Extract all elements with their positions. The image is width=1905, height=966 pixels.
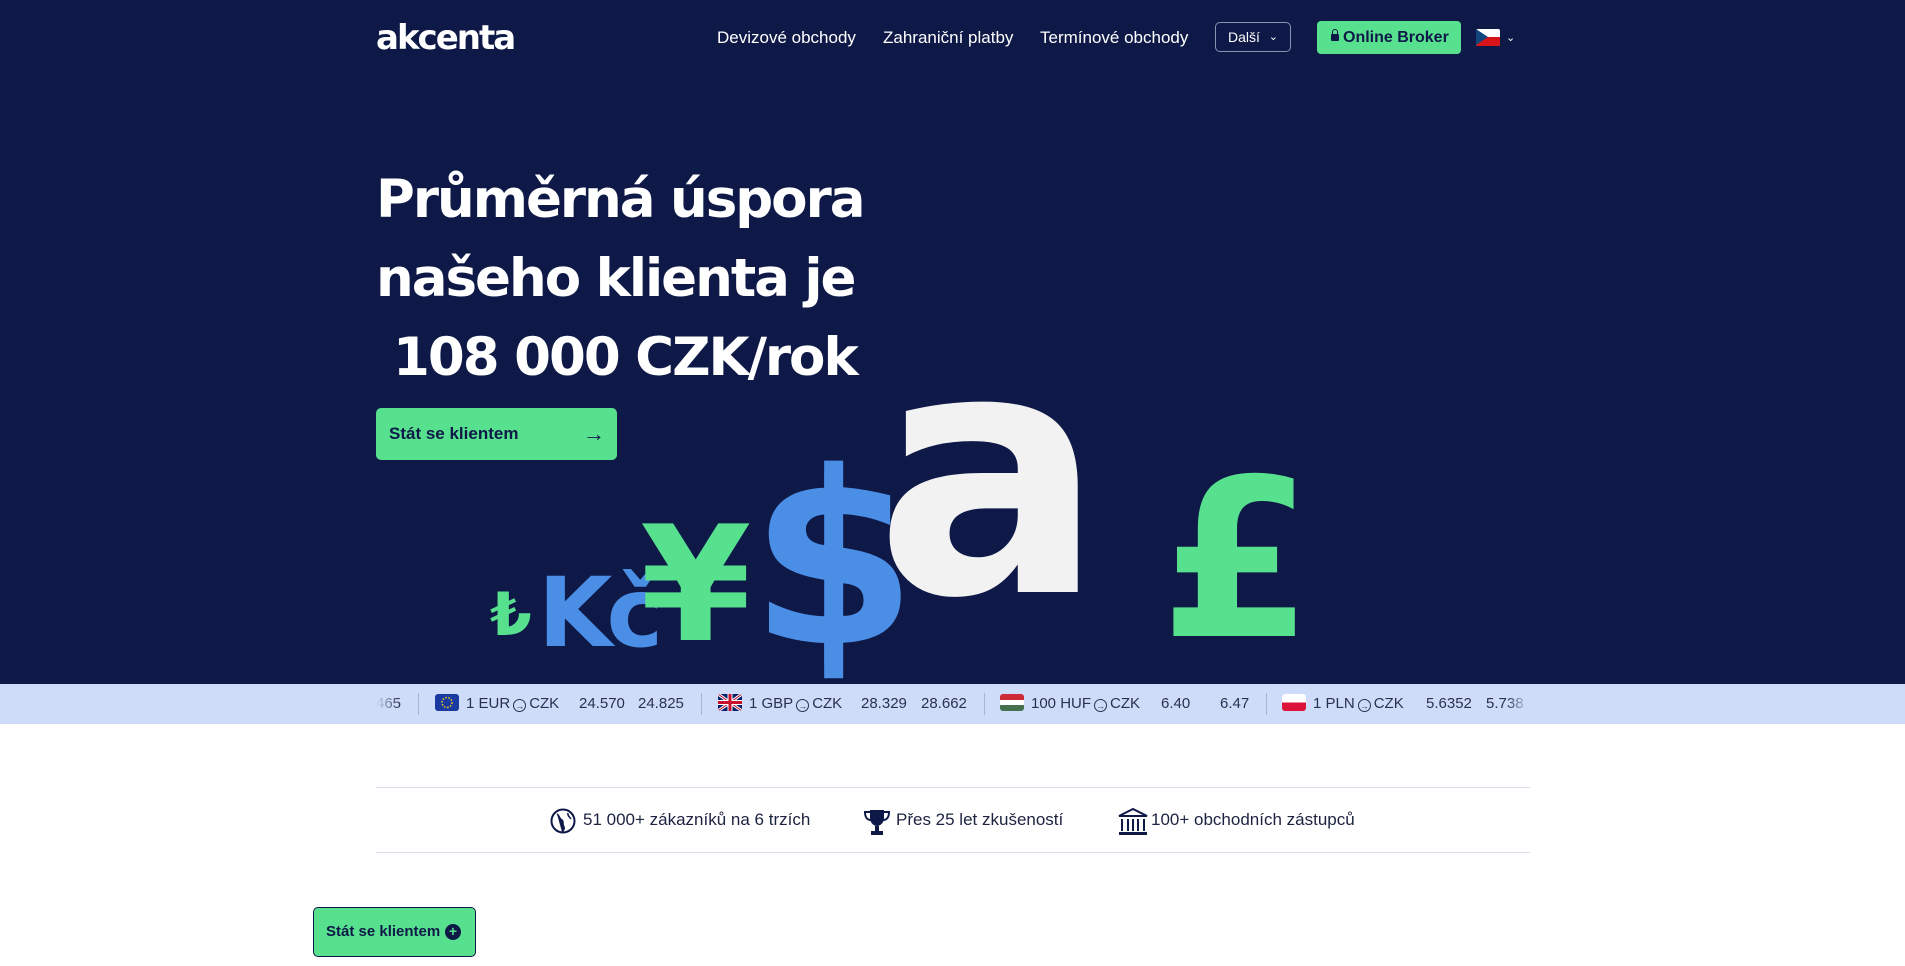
arrow-circle-icon: → xyxy=(1094,699,1108,712)
online-broker-label: Online Broker xyxy=(1343,29,1449,46)
globe-icon xyxy=(550,808,576,834)
hero-section: akcenta Devizové obchody Zahraniční plat… xyxy=(0,0,1905,684)
hungary-flag-icon xyxy=(1000,694,1024,711)
online-broker-button[interactable]: Online Broker xyxy=(1317,21,1461,54)
nav-link-devizove-obchody[interactable]: Devizové obchody xyxy=(717,27,856,49)
rate-buy: 5.6352 xyxy=(1426,695,1472,712)
arrow-right-icon: → xyxy=(583,421,605,446)
rate-pair: 1 GBP → CZK xyxy=(749,695,843,712)
nav-link-terminove-obchody[interactable]: Termínové obchody xyxy=(1040,27,1188,49)
exchange-rate-ticker: 465 1 EUR→CZK 24.570 24.825 1 GBP→CZK 28… xyxy=(0,684,1905,724)
rate-sell: 6.47 xyxy=(1220,695,1250,712)
poland-flag-icon xyxy=(1282,694,1306,711)
yen-symbol: ¥ xyxy=(640,491,752,678)
headline-line-1: Průměrná úspora xyxy=(376,169,866,230)
czech-flag-icon xyxy=(1476,29,1500,46)
headline-line-2: našeho klienta je xyxy=(376,248,857,309)
arrow-circle-icon: → xyxy=(513,699,527,712)
trophy-icon xyxy=(863,810,891,835)
floating-become-client-button[interactable]: Stát se klientem + xyxy=(313,907,476,957)
hero-headline: Průměrná úspora našeho klienta je 108 00… xyxy=(376,160,936,397)
rate-buy: 24.570 xyxy=(579,695,625,712)
arrow-circle-icon: → xyxy=(1357,699,1371,712)
nav-link-zahranicni-platby[interactable]: Zahraniční platby xyxy=(883,27,1013,49)
top-navigation: akcenta Devizové obchody Zahraniční plat… xyxy=(0,0,1905,76)
lock-icon xyxy=(1331,29,1339,41)
become-client-button[interactable]: Stát se klientem → xyxy=(376,408,617,460)
pound-symbol: £ xyxy=(1160,432,1314,684)
rate-sell: 28.662 xyxy=(921,695,967,712)
floating-cta-label: Stát se klientem xyxy=(326,923,441,940)
headline-amount: 108 000 CZK/rok xyxy=(393,327,859,388)
eu-flag-icon xyxy=(435,694,459,711)
rate-sell: 24.825 xyxy=(638,695,684,712)
akcenta-a-symbol: a xyxy=(875,277,1104,673)
rate-buy: 28.329 xyxy=(861,695,907,712)
language-selector[interactable]: ⌄ xyxy=(1476,28,1522,48)
become-client-label: Stát se klientem xyxy=(389,424,519,443)
rate-pair: 100 HUF → CZK xyxy=(1031,695,1141,712)
akcenta-logo[interactable]: akcenta xyxy=(376,18,516,58)
rate-pair: 1 PLN → CZK xyxy=(1313,695,1404,712)
more-dropdown-button[interactable]: Další ⌄ xyxy=(1215,22,1291,52)
lira-symbol: ₺ xyxy=(490,580,532,650)
bank-icon xyxy=(1118,808,1148,835)
stats-bar: 51 000+ zákazníků na 6 trzích Přes 25 le… xyxy=(376,787,1530,853)
chevron-down-icon: ⌄ xyxy=(1506,32,1516,44)
uk-flag-icon xyxy=(718,694,742,711)
rate-pair: 1 EUR → CZK xyxy=(466,695,560,712)
rate-buy: 6.40 xyxy=(1161,695,1191,712)
plus-circle-icon: + xyxy=(445,924,461,940)
chevron-down-icon: ⌄ xyxy=(1268,31,1278,43)
arrow-circle-icon: → xyxy=(796,699,810,712)
more-label: Další xyxy=(1228,29,1260,45)
